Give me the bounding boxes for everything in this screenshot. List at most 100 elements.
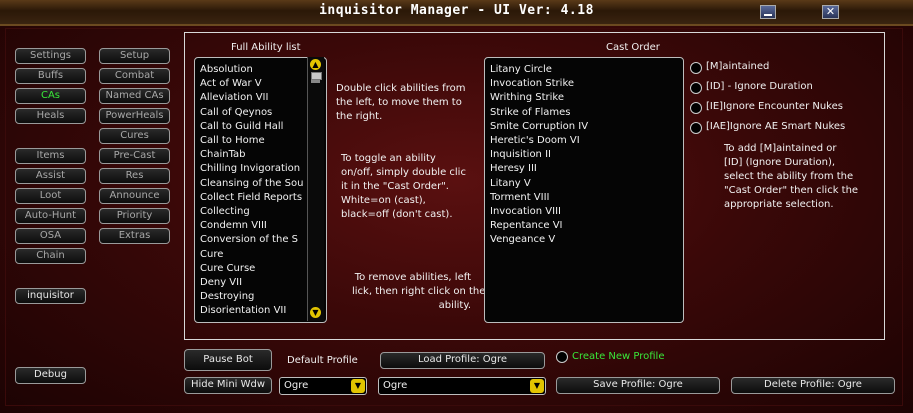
nav-button-heals[interactable]: Heals: [15, 108, 86, 124]
cast-order-item[interactable]: Vengeance V: [490, 233, 555, 247]
ability-list-item[interactable]: Deny VII: [200, 276, 305, 290]
cast-order-list[interactable]: Litany Circle Invocation Strike Writhing S…: [484, 57, 684, 323]
nav-button-res[interactable]: Res: [99, 168, 170, 184]
debug-button[interactable]: Debug: [15, 367, 86, 384]
nav-button-extras[interactable]: Extras: [99, 228, 170, 244]
cast-order-item[interactable]: Invocation Strike: [490, 77, 574, 91]
help-line: Double click abilities from: [336, 83, 466, 94]
cast-order-item[interactable]: Invocation VIII: [490, 205, 561, 219]
create-profile-radio[interactable]: [556, 351, 568, 363]
save-profile-button[interactable]: Save Profile: Ogre: [556, 377, 720, 394]
option-radio[interactable]: [690, 62, 702, 74]
nav-button-auto-hunt[interactable]: Auto-Hunt: [15, 208, 86, 224]
cast-order-item[interactable]: Inquisition II: [490, 148, 551, 162]
nav-button-named-cas[interactable]: Named CAs: [99, 88, 170, 104]
nav-button-loot[interactable]: Loot: [15, 188, 86, 204]
scroll-thumb-grip: [311, 80, 320, 83]
ability-list-item[interactable]: Disorientation VII: [200, 304, 305, 318]
hide-mini-window-button[interactable]: Hide Mini Wdw: [184, 377, 272, 394]
ability-list-item[interactable]: Destroying: [200, 290, 305, 304]
title-bar[interactable]: inquisitor Manager - UI Ver: 4.18 ✕: [0, 0, 913, 26]
chevron-down-icon: ▼: [351, 379, 365, 393]
scroll-thumb[interactable]: [311, 72, 322, 80]
help-move-text: Double click abilities from the left, to …: [336, 82, 465, 124]
help-line: White=on (cast),: [341, 195, 426, 206]
nav-button-combat[interactable]: Combat: [99, 68, 170, 84]
ability-list-item[interactable]: Collecting: [200, 205, 305, 219]
help-line: black=off (don't cast).: [341, 209, 453, 220]
cast-order-item[interactable]: Repentance VI: [490, 219, 563, 233]
scroll-up-icon[interactable]: ▲: [310, 59, 321, 70]
close-icon[interactable]: ✕: [822, 5, 839, 19]
ability-list-item[interactable]: Call to Home: [200, 134, 305, 148]
option-label[interactable]: [ID] - Ignore Duration: [706, 81, 813, 92]
cast-order-item[interactable]: Torment VIII: [490, 191, 549, 205]
default-profile-dropdown[interactable]: Ogre ▼: [279, 377, 367, 395]
help-line: lick, then right click on the: [352, 286, 486, 297]
ability-list-item[interactable]: Condemn VIII: [200, 219, 305, 233]
option-radio[interactable]: [690, 102, 702, 114]
delete-profile-button[interactable]: Delete Profile: Ogre: [731, 377, 895, 394]
nav-button-cures[interactable]: Cures: [99, 128, 170, 144]
help-line: the right.: [336, 111, 383, 122]
ability-list-item[interactable]: Cure Curse: [200, 262, 305, 276]
nav-button-buffs[interactable]: Buffs: [15, 68, 86, 84]
cast-order-item[interactable]: Litany V: [490, 177, 531, 191]
option-label[interactable]: [IAE]Ignore AE Smart Nukes: [706, 121, 845, 132]
nav-button-osa[interactable]: OSA: [15, 228, 86, 244]
nav-button-settings[interactable]: Settings: [15, 48, 86, 64]
cast-order-item[interactable]: Writhing Strike: [490, 91, 564, 105]
option-label[interactable]: [M]aintained: [706, 61, 769, 72]
cast-order-item[interactable]: Strike of Flames: [490, 106, 571, 120]
ability-list-scrollbar[interactable]: ▲ ▼: [307, 57, 324, 321]
profile-dropdown[interactable]: Ogre ▼: [378, 377, 546, 395]
load-profile-button[interactable]: Load Profile: Ogre: [380, 352, 545, 369]
nav-button-assist[interactable]: Assist: [15, 168, 86, 184]
nav-button-pre-cast[interactable]: Pre-Cast: [99, 148, 170, 164]
character-button[interactable]: inquisitor: [15, 288, 86, 304]
help-line: the left, to move them to: [336, 97, 462, 108]
cast-order-item[interactable]: Heretic's Doom VI: [490, 134, 580, 148]
ability-list-item[interactable]: Cure: [200, 248, 305, 262]
ability-list-item[interactable]: Conversion of the S: [200, 233, 305, 247]
option-label[interactable]: [IE]Ignore Encounter Nukes: [706, 101, 843, 112]
nav-button-cas[interactable]: CAs: [15, 88, 86, 104]
nav-button-powerheals[interactable]: PowerHeals: [99, 108, 170, 124]
ability-list-item[interactable]: Cleansing of the Sou: [200, 177, 305, 191]
ability-list-item[interactable]: Absolution: [200, 63, 305, 77]
ability-list-item[interactable]: Act of War V: [200, 77, 305, 91]
ability-list-item[interactable]: ChainTab: [200, 148, 305, 162]
default-profile-label: Default Profile: [287, 355, 358, 366]
help-line: To toggle an ability: [341, 153, 436, 164]
minimize-icon[interactable]: [760, 5, 776, 19]
nav-button-priority[interactable]: Priority: [99, 208, 170, 224]
ability-list-title: Full Ability list: [231, 42, 301, 53]
ability-list-item[interactable]: Alleviation VII: [200, 91, 305, 105]
default-profile-value: Ogre: [284, 380, 309, 391]
option-radio[interactable]: [690, 82, 702, 94]
cast-order-item[interactable]: Smite Corruption IV: [490, 120, 588, 134]
help-line: [ID] (Ignore Duration),: [724, 157, 836, 168]
ability-list-item[interactable]: Call to Guild Hall: [200, 120, 305, 134]
scroll-down-icon[interactable]: ▼: [310, 307, 321, 318]
nav-button-announce[interactable]: Announce: [99, 188, 170, 204]
help-remove-text: To remove abilities, left lick, then righ…: [352, 271, 486, 313]
help-line: To remove abilities, left: [354, 272, 471, 283]
ability-list-item[interactable]: Collect Field Reports: [200, 191, 305, 205]
nav-button-chain[interactable]: Chain: [15, 248, 86, 264]
help-line: on/off, simply double clic: [341, 167, 466, 178]
cast-order-item[interactable]: Heresy III: [490, 162, 537, 176]
help-line: To add [M]aintained or: [724, 143, 837, 154]
help-toggle-text: To toggle an ability on/off, simply doubl…: [341, 152, 466, 222]
help-line: ability.: [438, 300, 471, 311]
nav-button-items[interactable]: Items: [15, 148, 86, 164]
ability-list-item[interactable]: Chilling Invigoration: [200, 162, 305, 176]
nav-button-setup[interactable]: Setup: [99, 48, 170, 64]
option-radio[interactable]: [690, 122, 702, 134]
cast-order-item[interactable]: Litany Circle: [490, 63, 552, 77]
pause-bot-button[interactable]: Pause Bot: [184, 349, 272, 371]
create-profile-label[interactable]: Create New Profile: [572, 351, 665, 362]
ability-list-item[interactable]: Call of Qeynos: [200, 106, 305, 120]
help-line: appropriate selection.: [724, 199, 834, 210]
window-title: inquisitor Manager - UI Ver: 4.18: [319, 3, 594, 18]
